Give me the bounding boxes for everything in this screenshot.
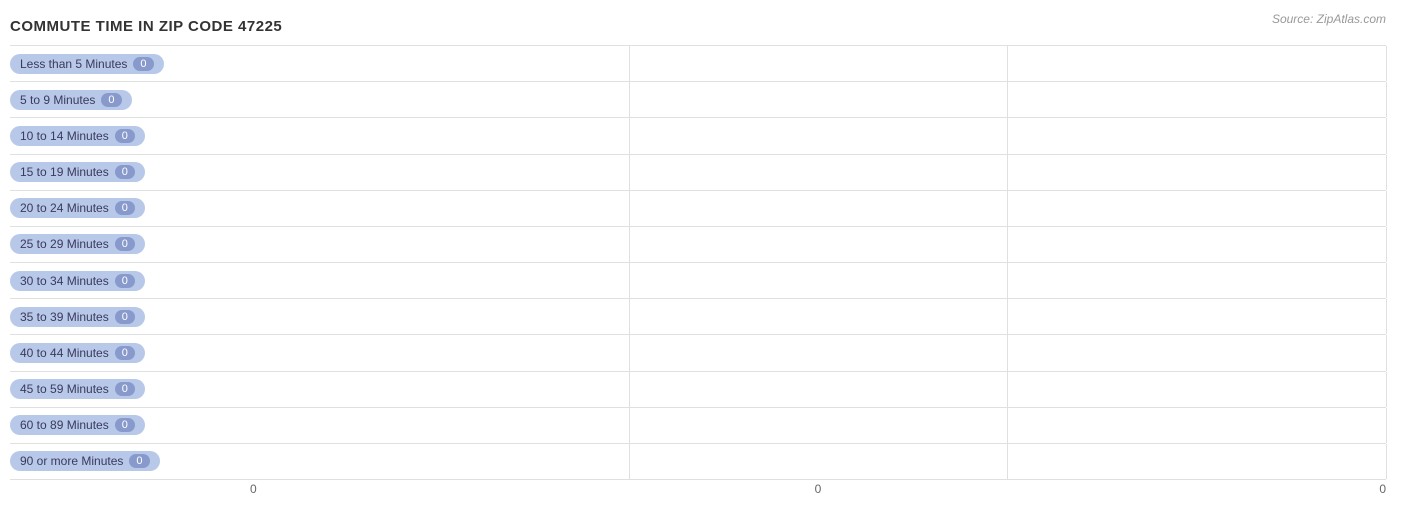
bar-track <box>250 408 1386 443</box>
bar-row: 10 to 14 Minutes 0 <box>10 118 1386 154</box>
pill-text: 20 to 24 Minutes 0 <box>10 198 145 218</box>
chart-container: COMMUTE TIME IN ZIP CODE 47225 Source: Z… <box>0 0 1406 523</box>
bar-row: 15 to 19 Minutes 0 <box>10 155 1386 191</box>
label-pill: 30 to 34 Minutes 0 <box>10 268 250 294</box>
pill-text: 60 to 89 Minutes 0 <box>10 415 145 435</box>
bar-row: 90 or more Minutes 0 <box>10 444 1386 480</box>
bar-row: 35 to 39 Minutes 0 <box>10 299 1386 335</box>
bar-label: 25 to 29 Minutes <box>20 237 109 251</box>
bar-label: 30 to 34 Minutes <box>20 274 109 288</box>
pill-text: 10 to 14 Minutes 0 <box>10 126 145 146</box>
label-pill: 10 to 14 Minutes 0 <box>10 123 250 149</box>
bar-row: 20 to 24 Minutes 0 <box>10 191 1386 227</box>
bar-label: 45 to 59 Minutes <box>20 382 109 396</box>
label-pill: 45 to 59 Minutes 0 <box>10 376 250 402</box>
label-pill: 40 to 44 Minutes 0 <box>10 340 250 366</box>
bar-value-badge: 0 <box>115 418 135 432</box>
label-pill: 35 to 39 Minutes 0 <box>10 304 250 330</box>
bar-label: 20 to 24 Minutes <box>20 201 109 215</box>
bar-track <box>250 82 1386 117</box>
bar-label: Less than 5 Minutes <box>20 57 127 71</box>
bar-row: 5 to 9 Minutes 0 <box>10 82 1386 118</box>
bar-label: 10 to 14 Minutes <box>20 129 109 143</box>
bar-value-badge: 0 <box>133 57 153 71</box>
bar-row: Less than 5 Minutes 0 <box>10 45 1386 82</box>
label-pill: 90 or more Minutes 0 <box>10 448 250 474</box>
pill-text: 5 to 9 Minutes 0 <box>10 90 132 110</box>
bar-track <box>250 155 1386 190</box>
bar-track <box>250 227 1386 262</box>
pill-text: 15 to 19 Minutes 0 <box>10 162 145 182</box>
bar-value-badge: 0 <box>115 274 135 288</box>
bar-value-badge: 0 <box>101 93 121 107</box>
bar-track <box>250 263 1386 298</box>
bar-label: 40 to 44 Minutes <box>20 346 109 360</box>
bar-track <box>250 46 1386 81</box>
bar-label: 60 to 89 Minutes <box>20 418 109 432</box>
pill-text: 35 to 39 Minutes 0 <box>10 307 145 327</box>
pill-text: 30 to 34 Minutes 0 <box>10 271 145 291</box>
x-tick-2: 0 <box>1379 482 1386 496</box>
label-pill: 60 to 89 Minutes 0 <box>10 412 250 438</box>
bar-row: 40 to 44 Minutes 0 <box>10 335 1386 371</box>
chart-area: Less than 5 Minutes05 to 9 Minutes010 to… <box>10 45 1386 480</box>
x-tick-1: 0 <box>815 482 822 496</box>
bar-row: 30 to 34 Minutes 0 <box>10 263 1386 299</box>
pill-text: Less than 5 Minutes 0 <box>10 54 164 74</box>
bar-track <box>250 335 1386 370</box>
bar-label: 5 to 9 Minutes <box>20 93 95 107</box>
label-pill: 20 to 24 Minutes 0 <box>10 195 250 221</box>
label-pill: Less than 5 Minutes 0 <box>10 51 250 77</box>
label-pill: 25 to 29 Minutes 0 <box>10 231 250 257</box>
bar-value-badge: 0 <box>115 382 135 396</box>
source-label: Source: ZipAtlas.com <box>1272 12 1386 26</box>
bar-label: 90 or more Minutes <box>20 454 123 468</box>
bar-label: 35 to 39 Minutes <box>20 310 109 324</box>
bar-track <box>250 191 1386 226</box>
pill-text: 40 to 44 Minutes 0 <box>10 343 145 363</box>
label-pill: 15 to 19 Minutes 0 <box>10 159 250 185</box>
bar-value-badge: 0 <box>115 165 135 179</box>
label-pill: 5 to 9 Minutes 0 <box>10 87 250 113</box>
pill-text: 45 to 59 Minutes 0 <box>10 379 145 399</box>
bar-track <box>250 299 1386 334</box>
bar-value-badge: 0 <box>129 454 149 468</box>
bar-value-badge: 0 <box>115 346 135 360</box>
bar-label: 15 to 19 Minutes <box>20 165 109 179</box>
bar-value-badge: 0 <box>115 201 135 215</box>
chart-title: COMMUTE TIME IN ZIP CODE 47225 <box>10 18 1386 35</box>
bar-value-badge: 0 <box>115 310 135 324</box>
bar-row: 45 to 59 Minutes 0 <box>10 372 1386 408</box>
pill-text: 25 to 29 Minutes 0 <box>10 234 145 254</box>
bar-value-badge: 0 <box>115 237 135 251</box>
pill-text: 90 or more Minutes 0 <box>10 451 160 471</box>
bar-track <box>250 372 1386 407</box>
x-tick-0: 0 <box>250 482 257 496</box>
bar-row: 25 to 29 Minutes 0 <box>10 227 1386 263</box>
bar-track <box>250 444 1386 479</box>
bar-value-badge: 0 <box>115 129 135 143</box>
bar-track <box>250 118 1386 153</box>
x-axis: 0 0 0 <box>250 482 1386 496</box>
bar-row: 60 to 89 Minutes 0 <box>10 408 1386 444</box>
